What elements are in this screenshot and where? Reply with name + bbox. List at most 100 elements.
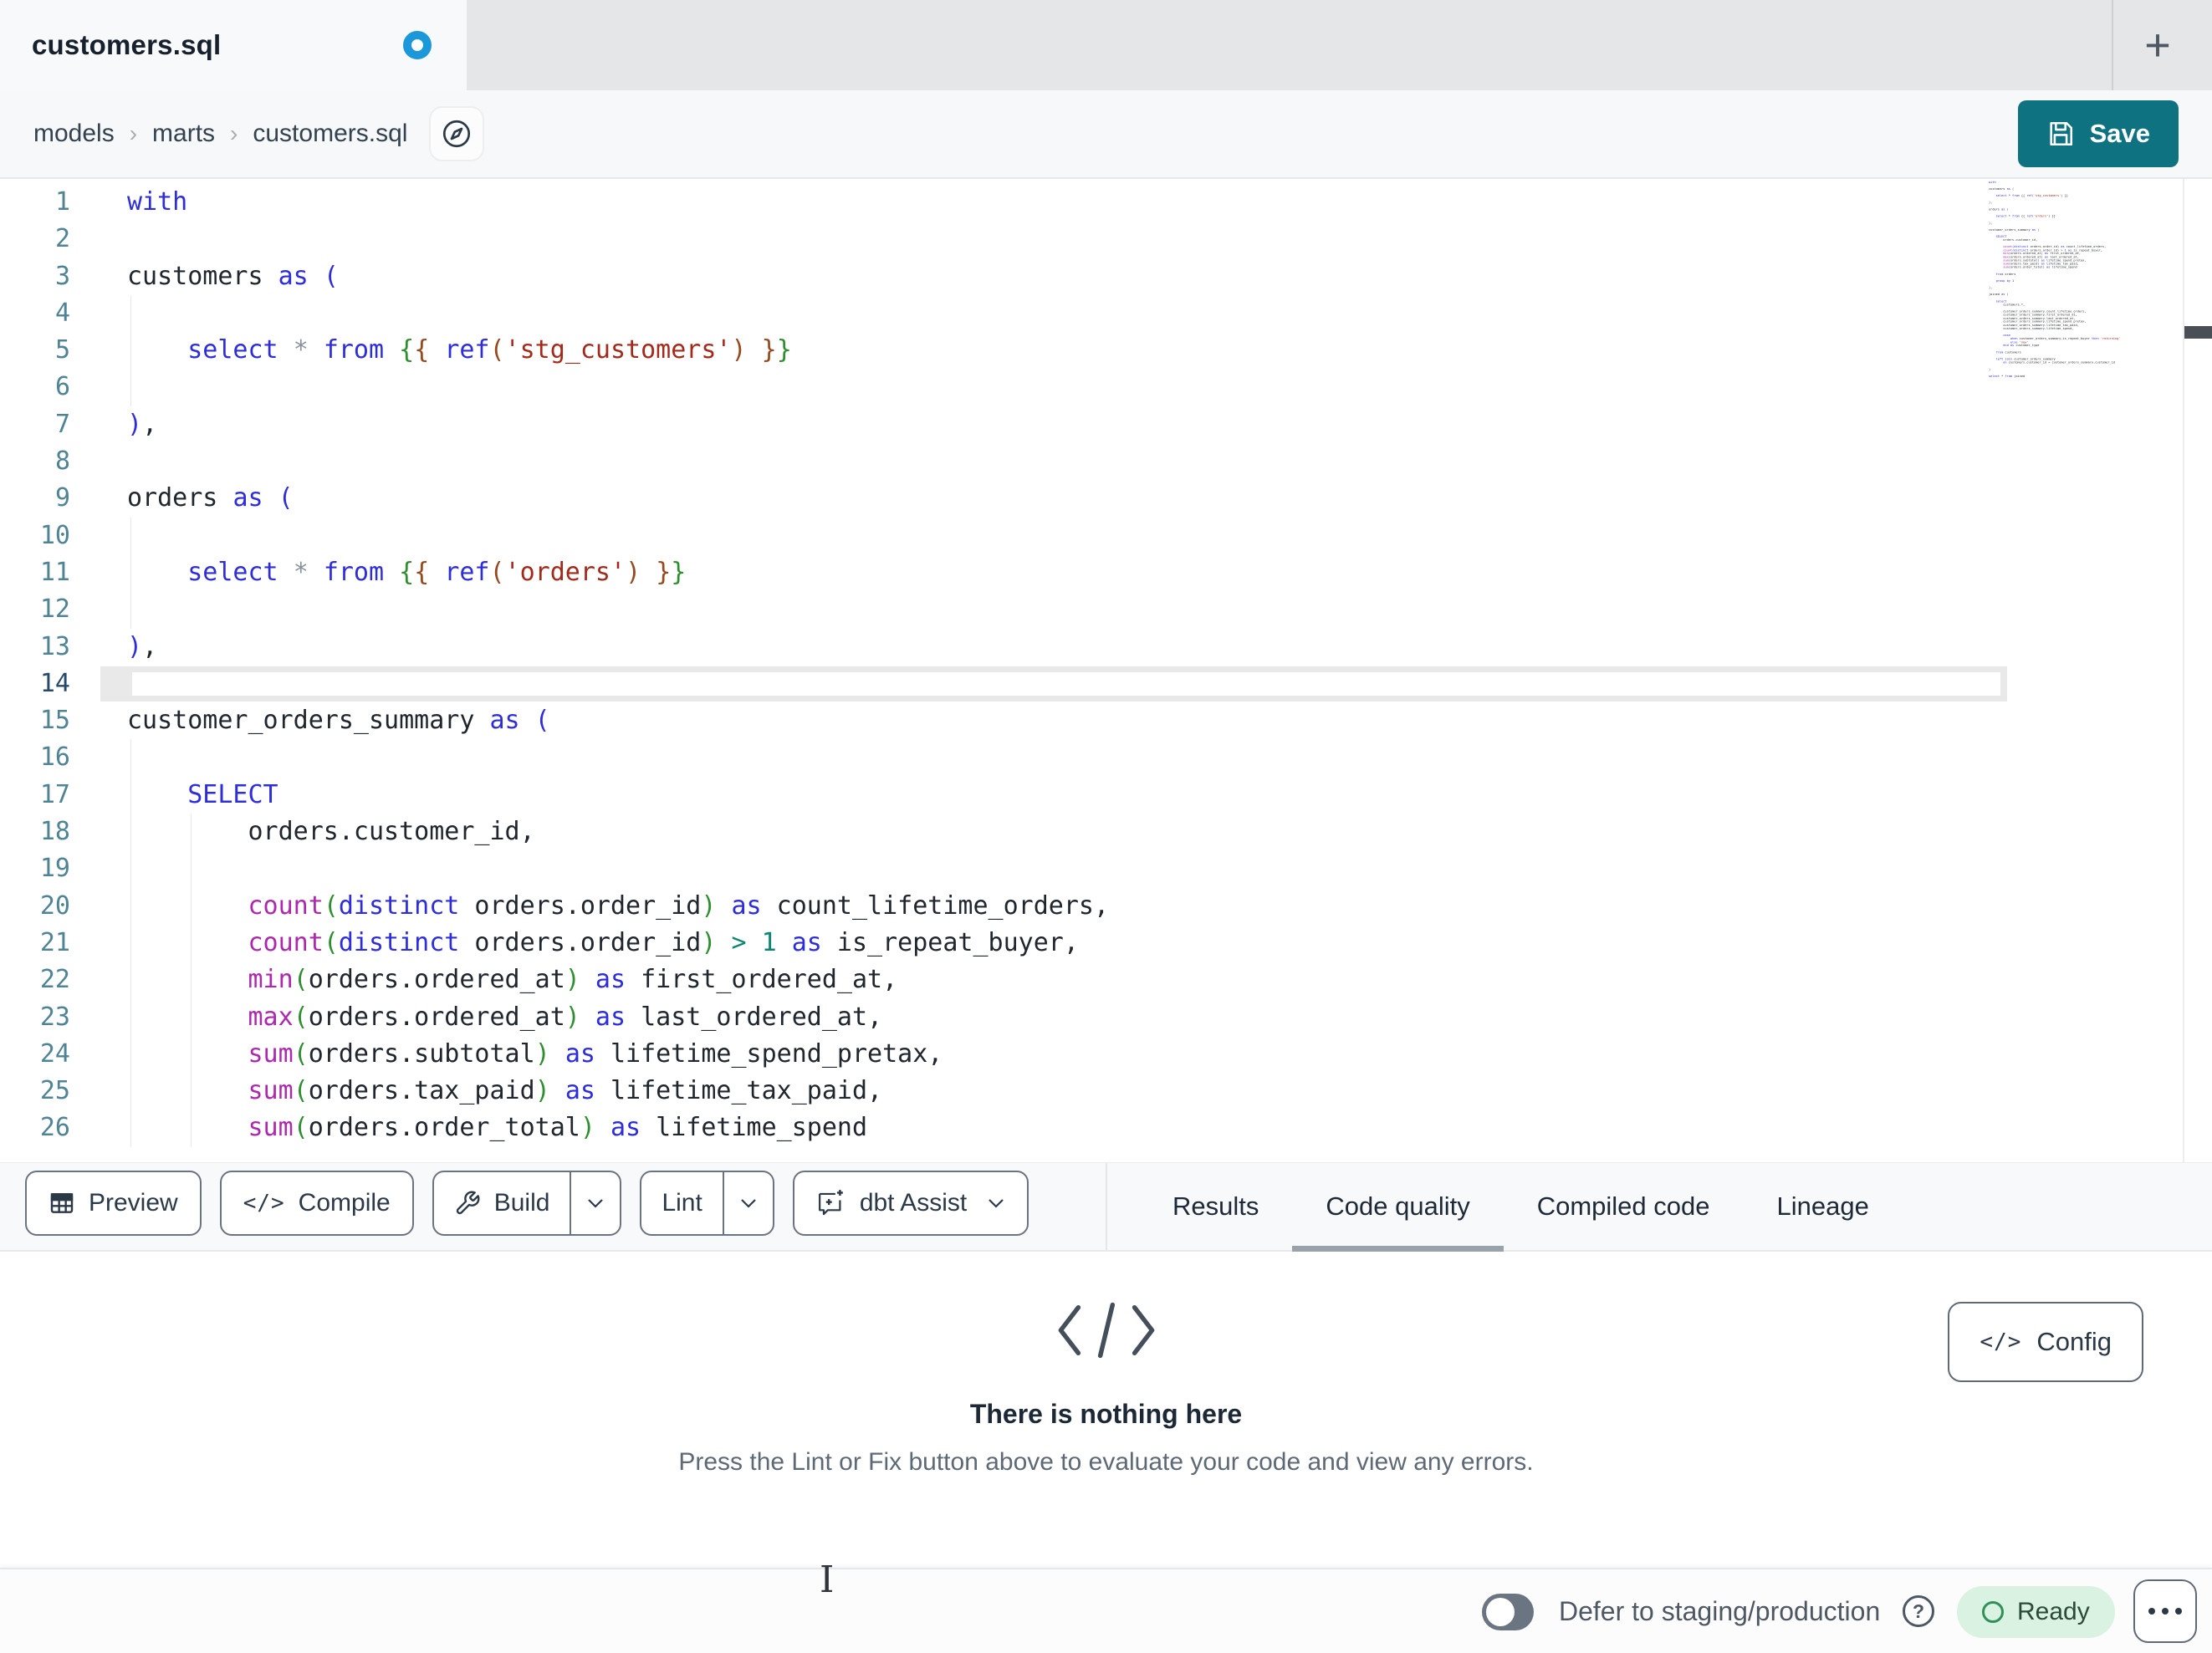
save-button[interactable]: Save	[2017, 100, 2179, 167]
tab-lineage[interactable]: Lineage	[1744, 1163, 1903, 1250]
line-number: 18	[39, 817, 70, 847]
toolbar-divider	[1106, 1163, 1107, 1250]
code-line-13[interactable]: 13),	[0, 629, 2212, 666]
code-line-11[interactable]: 11 select * from {{ ref('orders') }}	[0, 554, 2212, 592]
config-button-label: Config	[2036, 1327, 2112, 1356]
code-line-2[interactable]: 2	[0, 221, 2212, 258]
code-editor[interactable]: 1 with 2 3 customers as (4 5 select * from {{…	[0, 179, 2212, 1162]
defer-toggle[interactable]	[1482, 1594, 1534, 1630]
code-line-22[interactable]: 22 min(orders.ordered_at) as first_order…	[0, 962, 2212, 999]
panel-tabs: Results Code quality Compiled code Linea…	[1139, 1163, 1903, 1252]
code-line-26[interactable]: 26 sum(orders.order_total) as lifetime_s…	[0, 1110, 2212, 1147]
tab-bar-divider	[2112, 0, 2113, 90]
code-line-4[interactable]: 4	[0, 294, 2212, 333]
indent-guide	[191, 1110, 192, 1147]
chevron-down-icon	[586, 1197, 605, 1209]
build-dropdown-toggle[interactable]	[570, 1172, 620, 1234]
preview-button[interactable]: Preview	[25, 1171, 202, 1236]
code-line-6[interactable]: 6	[0, 369, 2212, 406]
indent-guide	[130, 776, 131, 814]
indent-guide	[130, 850, 131, 888]
breadcrumb-item-customers-sql: customers.sql	[253, 120, 408, 147]
chevron-down-icon	[987, 1197, 1005, 1209]
code-line-20[interactable]: 20 count(distinct orders.order_id) as co…	[0, 887, 2212, 925]
chevron-down-icon	[739, 1197, 758, 1209]
empty-state-subtitle: Press the Lint or Fix button above to ev…	[678, 1448, 1534, 1476]
breadcrumb: models › marts › customers.sql	[33, 120, 407, 148]
line-number: 4	[54, 298, 70, 328]
line-number: 2	[54, 224, 70, 254]
line-number: 12	[39, 594, 70, 625]
line-number: 6	[54, 372, 70, 402]
code-line-19[interactable]: 19	[0, 850, 2212, 888]
indent-guide	[130, 554, 131, 592]
indent-guide	[130, 369, 131, 406]
code-line-15[interactable]: 15 customer_orders_summary as (	[0, 702, 2212, 739]
tab-code-quality[interactable]: Code quality	[1292, 1163, 1504, 1252]
indent-guide	[130, 924, 131, 962]
line-number: 24	[39, 1038, 70, 1069]
compile-button-label: Compile	[298, 1189, 391, 1217]
line-number: 3	[54, 261, 70, 291]
indent-guide	[130, 332, 131, 370]
code-line-5[interactable]: 5 select * from {{ ref('stg_customers') …	[0, 332, 2212, 370]
indent-guide	[130, 591, 131, 629]
dbt-assist-button[interactable]: dbt Assist	[792, 1171, 1029, 1236]
editor-minimap[interactable]: with customers as ( select * from {{ ref…	[1989, 181, 2178, 390]
lint-button[interactable]: Lint	[640, 1171, 774, 1236]
code-line-25[interactable]: 25 sum(orders.tax_paid) as lifetime_tax_…	[0, 1073, 2212, 1110]
tab-compiled-code[interactable]: Compiled code	[1504, 1163, 1744, 1250]
code-line-3[interactable]: 3 customers as (	[0, 258, 2212, 295]
code-line-23[interactable]: 23 max(orders.ordered_at) as last_ordere…	[0, 998, 2212, 1036]
lint-button-main[interactable]: Lint	[641, 1172, 722, 1234]
code-line-10[interactable]: 10	[0, 517, 2212, 554]
line-number: 25	[39, 1076, 70, 1106]
line-number: 1	[54, 187, 70, 217]
code-line-12[interactable]: 12	[0, 591, 2212, 629]
line-number: 26	[39, 1113, 70, 1143]
code-icon: </>	[243, 1191, 285, 1216]
code-line-21[interactable]: 21 count(distinct orders.order_id) > 1 a…	[0, 924, 2212, 962]
tab-results[interactable]: Results	[1139, 1163, 1292, 1250]
more-options-button[interactable]	[2133, 1579, 2197, 1643]
ide-status-label: Ready	[2017, 1598, 2090, 1625]
editor-tab-customers-sql[interactable]: customers.sql	[0, 0, 467, 90]
line-number: 17	[39, 779, 70, 809]
code-line-18[interactable]: 18 orders.customer_id,	[0, 814, 2212, 851]
code-brackets-icon	[521, 1295, 1692, 1365]
tab-title: customers.sql	[32, 29, 222, 60]
lint-dropdown-toggle[interactable]	[722, 1172, 773, 1234]
dot	[2175, 1608, 2182, 1615]
line-number: 7	[54, 409, 70, 439]
build-button-main[interactable]: Build	[434, 1172, 570, 1234]
code-lines: 1 with 2 3 customers as (4 5 select * from {{…	[0, 179, 2212, 1147]
minimap-content: with customers as ( select * from {{ ref…	[1989, 181, 2121, 379]
config-button[interactable]: </> Config	[1948, 1302, 2143, 1382]
dbt-ide-window: customers.sql + models › marts › custome…	[0, 0, 2212, 1653]
help-icon[interactable]: ?	[1903, 1595, 1934, 1627]
compile-button[interactable]: </> Compile	[219, 1171, 414, 1236]
ide-status-badge[interactable]: Ready	[1957, 1586, 2115, 1638]
scrollbar-thumb[interactable]	[2184, 326, 2212, 339]
new-tab-button[interactable]: +	[2128, 0, 2187, 90]
dbt-assist-button-label: dbt Assist	[859, 1189, 968, 1217]
build-button[interactable]: Build	[432, 1171, 622, 1236]
code-line-9[interactable]: 9 orders as (	[0, 480, 2212, 517]
code-line-16[interactable]: 16	[0, 739, 2212, 777]
save-button-label: Save	[2089, 119, 2150, 148]
code-line-8[interactable]: 8	[0, 443, 2212, 480]
save-icon	[2046, 120, 2075, 148]
navigate-to-file-button[interactable]	[429, 106, 485, 161]
indent-guide	[130, 1073, 131, 1110]
code-line-14[interactable]: 14	[0, 666, 2212, 702]
code-line-17[interactable]: 17 SELECT	[0, 776, 2212, 814]
code-line-1[interactable]: 1 with	[0, 184, 2212, 221]
code-line-24[interactable]: 24 sum(orders.subtotal) as lifetime_spen…	[0, 1035, 2212, 1074]
code-icon: </>	[1980, 1329, 2022, 1355]
indent-guide	[130, 814, 131, 851]
table-icon	[49, 1190, 75, 1217]
empty-state: There is nothing here Press the Lint or …	[521, 1295, 1692, 1477]
indent-guide	[191, 850, 192, 888]
code-line-7[interactable]: 7),	[0, 406, 2212, 443]
empty-state-title: There is nothing here	[969, 1399, 1243, 1429]
